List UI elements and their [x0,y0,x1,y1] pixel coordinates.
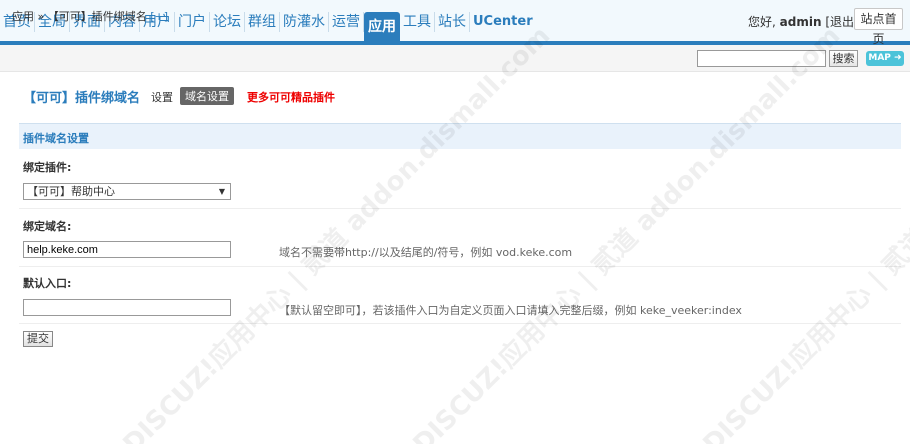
section-header: 插件域名设置 [19,123,901,149]
more-plugins-link[interactable]: 更多可可精品插件 [247,89,335,105]
domain-input[interactable] [23,241,231,258]
nav-item-operation[interactable]: 运营 [329,12,364,32]
nav-item-antispam[interactable]: 防灌水 [280,12,329,32]
tab-domain-settings[interactable]: 域名设置 [180,87,234,105]
tab-settings[interactable]: 设置 [151,89,173,105]
plugin-select[interactable]: 【可可】帮助中心 ▼ [23,183,231,200]
domain-hint: 域名不需要带http://以及结尾的/符号，例如 vod.keke.com [279,246,573,259]
watermark: DISCUZ!应用中心 | 贰道 addon.dismall.com [697,21,910,444]
add-shortcut-link[interactable]: [+] [150,10,168,23]
username: admin [779,15,822,29]
domain-label: 绑定域名: [23,220,72,233]
plugin-label: 绑定插件: [23,161,72,174]
search-input[interactable] [697,50,826,67]
chevron-down-icon: ▼ [218,187,225,196]
search-button[interactable]: 搜索 [829,50,858,67]
entry-input[interactable] [23,299,231,316]
entry-label: 默认入口: [23,277,72,290]
nav-item-app[interactable]: 应用 [364,12,400,43]
page-title: 【可可】插件绑域名 [23,91,141,106]
entry-hint: 【默认留空即可】，若该插件入口为自定义页面入口请填入完整后缀，例如 keke_v… [279,304,742,317]
breadcrumb-text: 应用 » 【可可】插件绑域名 [12,10,147,23]
nav-item-portal[interactable]: 门户 [175,12,210,32]
row-divider [19,208,901,209]
watermark: DISCUZ!应用中心 | 贰道 addon.dismall.com [407,20,847,444]
nav-item-group[interactable]: 群组 [245,12,280,32]
site-home-button[interactable]: 站点首页 [854,8,903,46]
submit-button[interactable]: 提交 [23,331,53,347]
watermark: DISCUZ!应用中心 | 贰道 addon.dismall.com [117,20,557,444]
nav-item-tools[interactable]: 工具 [400,12,435,32]
breadcrumb: 应用 » 【可可】插件绑域名 [+] [12,8,168,24]
row-divider [19,323,901,324]
map-button[interactable]: MAP ➜ [866,51,904,66]
user-info: 您好, admin [退出] [748,13,859,30]
section-title: 插件域名设置 [23,132,89,145]
nav-item-ucenter[interactable]: UCenter [470,12,536,32]
nav-item-forum[interactable]: 论坛 [210,12,245,32]
greeting-text: 您好, [748,15,776,29]
plugin-select-value: 【可可】帮助中心 [27,185,115,198]
nav-item-admin[interactable]: 站长 [435,12,470,32]
row-divider [19,266,901,267]
